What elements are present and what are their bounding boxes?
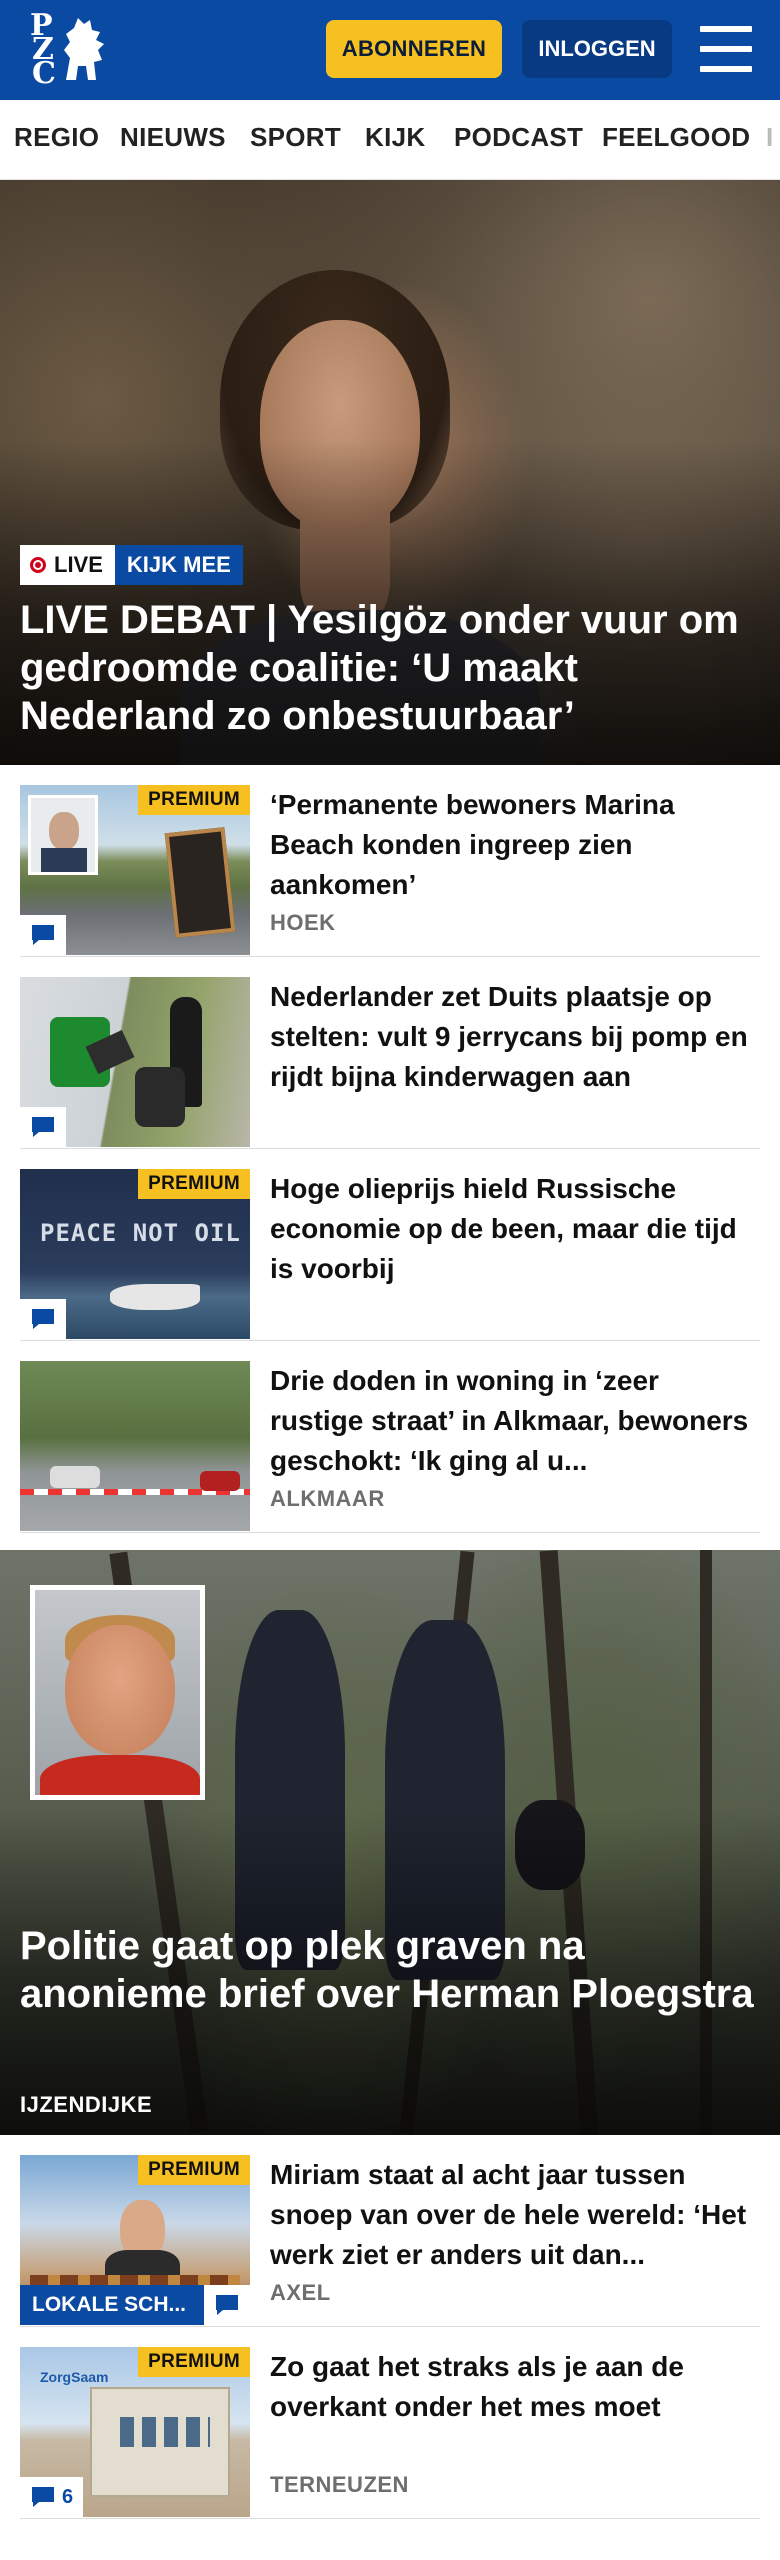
comment-icon — [216, 2295, 238, 2315]
list-item[interactable]: Nederlander zet Duits plaatsje op stelte… — [20, 977, 760, 1149]
list-item[interactable]: PEACE NOT OIL PREMIUM Hoge olieprijs hie… — [20, 1169, 760, 1341]
lion-emblem-icon — [64, 18, 104, 80]
comment-icon — [32, 1309, 54, 1329]
article-title[interactable]: Zo gaat het straks als je aan de overkan… — [270, 2347, 760, 2427]
menu-icon[interactable] — [700, 26, 752, 72]
comment-count: 6 — [62, 2485, 74, 2508]
article-title[interactable]: ‘Permanente bewoners Marina Beach konden… — [270, 785, 760, 905]
nav-item-kijk[interactable]: KIJK — [365, 122, 425, 153]
premium-badge: PREMIUM — [138, 1169, 250, 1199]
comment-icon — [32, 1117, 54, 1137]
article-location: TERNEUZEN — [270, 2472, 409, 2497]
article-thumbnail — [20, 1361, 250, 1531]
hero-2-location: IJZENDIJKE — [20, 2092, 153, 2117]
premium-badge: PREMIUM — [138, 785, 250, 815]
premium-badge: PREMIUM — [138, 2155, 250, 2185]
article-location: HOEK — [270, 910, 336, 935]
nav-item-feelgood[interactable]: FEELGOOD — [602, 122, 750, 153]
comment-badge[interactable] — [20, 1299, 66, 1339]
premium-badge: PREMIUM — [138, 2347, 250, 2377]
nav-item-nieuws[interactable]: NIEUWS — [120, 122, 226, 153]
logo-letter-c: C — [32, 56, 56, 91]
nav-item-sport[interactable]: SPORT — [250, 122, 341, 153]
hero-2-title[interactable]: Politie gaat op plek graven na anonieme … — [20, 1922, 760, 2018]
hero-title[interactable]: LIVE DEBAT | Yesilgöz onder vuur om gedr… — [20, 596, 760, 740]
list-item[interactable]: PREMIUM ‘Permanente bewoners Marina Beac… — [20, 785, 760, 957]
section-nav: REGIO NIEUWS SPORT KIJK PODCAST FEELGOOD… — [0, 100, 780, 180]
watch-label: KIJK MEE — [114, 545, 243, 585]
article-thumbnail: PEACE NOT OIL PREMIUM — [20, 1169, 250, 1339]
local-tag: LOKALE SCH... — [20, 2285, 204, 2325]
pzc-logo[interactable]: P Z C — [30, 11, 110, 91]
article-title[interactable]: Drie doden in woning in ‘zeer rustige st… — [270, 1361, 760, 1481]
live-badge[interactable]: LIVE KIJK MEE — [20, 545, 243, 585]
article-title[interactable]: Miriam staat al acht jaar tussen snoep v… — [270, 2155, 760, 2275]
article-title[interactable]: Hoge olieprijs hield Russische economie … — [270, 1169, 760, 1289]
list-item[interactable]: PREMIUM LOKALE SCH... Miriam staat al ac… — [20, 2155, 760, 2327]
nav-item-regio[interactable]: REGIO — [14, 122, 99, 153]
article-thumbnail — [20, 977, 250, 1147]
article-location: ALKMAAR — [270, 1486, 385, 1511]
top-bar: P Z C ABONNEREN INLOGGEN — [0, 0, 780, 100]
portrait-inset — [30, 1585, 205, 1800]
comment-icon — [32, 925, 54, 945]
comment-icon — [32, 2487, 54, 2507]
login-button[interactable]: INLOGGEN — [522, 20, 672, 78]
list-item[interactable]: ZorgSaam PREMIUM 6 Zo gaat het straks al… — [20, 2347, 760, 2519]
comment-badge[interactable] — [204, 2285, 250, 2325]
article-title[interactable]: Nederlander zet Duits plaatsje op stelte… — [270, 977, 760, 1097]
comment-badge[interactable] — [20, 915, 66, 955]
comment-badge[interactable]: 6 — [20, 2477, 84, 2517]
nav-item-overflow[interactable]: I — [766, 122, 774, 153]
article-thumbnail: ZorgSaam PREMIUM 6 — [20, 2347, 250, 2517]
article-thumbnail: PREMIUM LOKALE SCH... — [20, 2155, 250, 2325]
article-thumbnail: PREMIUM — [20, 785, 250, 955]
comment-badge[interactable] — [20, 1107, 66, 1147]
hero-article-2[interactable] — [0, 1550, 780, 2135]
live-label: LIVE — [54, 552, 103, 577]
list-item[interactable]: Drie doden in woning in ‘zeer rustige st… — [20, 1361, 760, 1533]
subscribe-button[interactable]: ABONNEREN — [326, 20, 502, 78]
nav-item-podcast[interactable]: PODCAST — [454, 122, 583, 153]
article-location: AXEL — [270, 2280, 331, 2305]
live-dot-icon — [30, 557, 46, 573]
